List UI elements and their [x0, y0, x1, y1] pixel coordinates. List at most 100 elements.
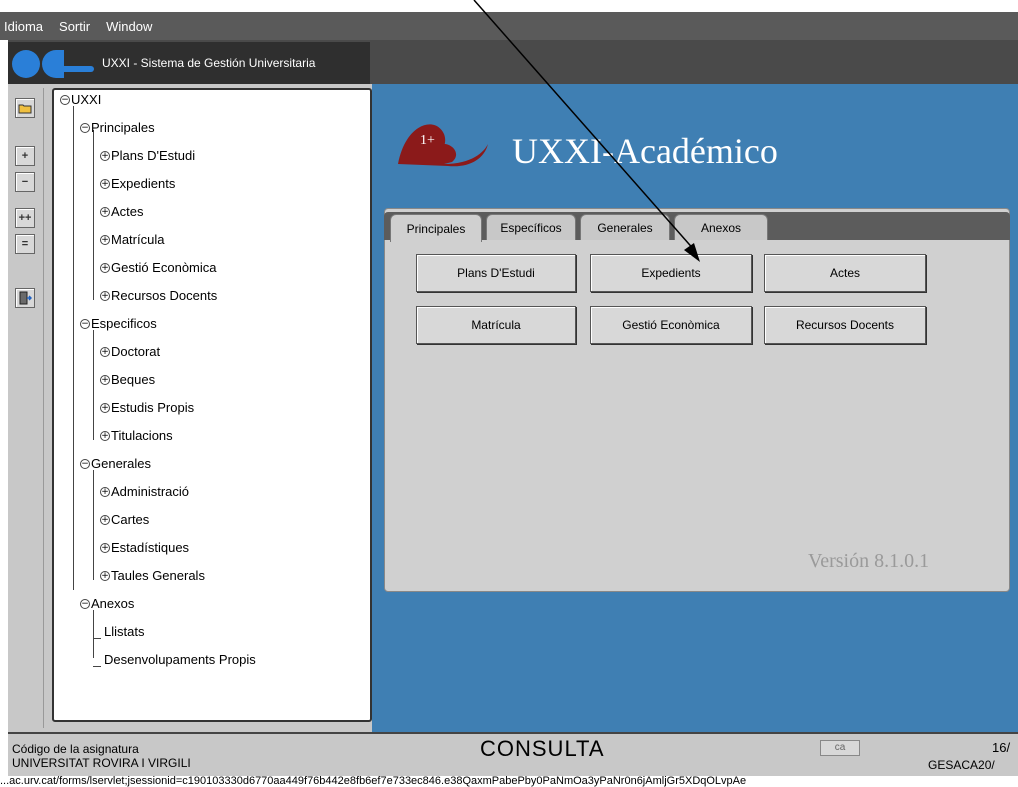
status-bar: Código de la asignatura UNIVERSITAT ROVI… — [8, 732, 1018, 776]
tree-group-especificos[interactable]: − Especificos — [80, 316, 157, 331]
exit-door-icon[interactable] — [15, 288, 35, 308]
app-window: UXXI - Sistema de Gestión Universitaria … — [8, 40, 1018, 787]
expand-node-icon[interactable]: + — [100, 374, 110, 385]
open-folder-icon[interactable] — [15, 98, 35, 118]
tree-item-label: Cartes — [111, 512, 150, 527]
collapse-icon[interactable]: − — [15, 172, 35, 192]
tree-item[interactable]: + Titulacions — [100, 428, 173, 443]
tree-item[interactable]: + Recursos Docents — [100, 288, 217, 303]
tree-item[interactable]: + Expedients — [100, 176, 175, 191]
tab-anexos[interactable]: Anexos — [674, 214, 768, 240]
url-line: ...ac.urv.cat/forms/lservlet;jsessionid=… — [0, 776, 1018, 787]
tree-item[interactable]: + Actes — [100, 204, 144, 219]
tab-principales[interactable]: Principales — [390, 214, 482, 242]
tree-item[interactable]: + Gestió Econòmica — [100, 260, 217, 275]
gestio-economica-button[interactable]: Gestió Econòmica — [590, 306, 752, 344]
tree-item-label: Recursos Docents — [111, 288, 218, 303]
tree-item-label: Matrícula — [111, 232, 165, 247]
tree-group-label: Principales — [91, 120, 155, 135]
expand-node-icon[interactable]: + — [100, 234, 110, 245]
app-logo-half-icon — [42, 50, 64, 78]
version-label: Versión 8.1.0.1 — [808, 550, 930, 572]
app-logo-icon — [12, 50, 40, 78]
tree-group-principales[interactable]: − Principales — [80, 120, 155, 135]
tree-group-label: Especificos — [91, 316, 157, 331]
expand-node-icon[interactable]: + — [100, 346, 110, 357]
tree-item-label: Doctorat — [111, 344, 161, 359]
expand-node-icon[interactable]: + — [100, 178, 110, 189]
tree-item[interactable]: + Estudis Propis — [100, 400, 194, 415]
expand-all-icon[interactable]: ++ — [15, 208, 35, 228]
tree-item[interactable]: + Estadístiques — [100, 540, 189, 555]
menu-bar: Idioma Sortir Window — [0, 12, 1018, 40]
expand-icon[interactable]: + — [15, 146, 35, 166]
window-title: UXXI - Sistema de Gestión Universitaria — [102, 56, 316, 70]
collapse-node-icon[interactable]: − — [80, 458, 90, 469]
menu-idioma[interactable]: Idioma — [4, 19, 43, 34]
collapse-node-icon[interactable]: − — [60, 94, 70, 105]
tree-group-generales[interactable]: − Generales — [80, 456, 151, 471]
tree-item-label: Actes — [111, 204, 144, 219]
tree-item-label: Taules Generals — [111, 568, 205, 583]
tab-generales[interactable]: Generales — [580, 214, 670, 240]
actes-button[interactable]: Actes — [764, 254, 926, 292]
tree-item-label: Desenvolupaments Propis — [104, 652, 256, 667]
university-logo-icon: 1+ — [398, 124, 488, 167]
main-panel: 1+ UXXI-Académico Principales Específico… — [372, 84, 1018, 732]
title-bar: UXXI - Sistema de Gestión Universitaria — [8, 42, 370, 84]
tree-item-label: Expedients — [111, 176, 176, 191]
tab-especificos[interactable]: Específicos — [486, 214, 576, 240]
expand-node-icon[interactable]: + — [100, 430, 110, 441]
collapse-all-icon[interactable]: = — [15, 234, 35, 254]
tree-item[interactable]: + Cartes — [100, 512, 149, 527]
tree-item-label: Titulacions — [111, 428, 173, 443]
app-logo-bar-icon — [64, 66, 94, 72]
collapse-node-icon[interactable]: − — [80, 122, 90, 133]
navigation-tree: − UXXI − Principales + Plans D'Estudi + Expe… — [52, 88, 372, 722]
plans-destudi-button[interactable]: Plans D'Estudi — [416, 254, 576, 292]
expand-node-icon[interactable]: + — [100, 150, 110, 161]
matricula-button[interactable]: Matrícula — [416, 306, 576, 344]
vertical-toolbar: + − ++ = — [10, 88, 44, 728]
tree-item-label: Gestió Econòmica — [111, 260, 217, 275]
menu-sortir[interactable]: Sortir — [59, 19, 90, 34]
content-area: + − ++ = − UXXI − Principales + Plans D'Est… — [8, 84, 1018, 732]
collapse-node-icon[interactable]: − — [80, 598, 90, 609]
tree-item-label: Estadístiques — [111, 540, 190, 555]
tree-item-label: Beques — [111, 372, 156, 387]
expedients-button[interactable]: Expedients — [590, 254, 752, 292]
tree-item-label: Llistats — [104, 624, 145, 639]
tree-root[interactable]: − UXXI — [60, 92, 101, 107]
tree-item[interactable]: + Doctorat — [100, 344, 160, 359]
expand-node-icon[interactable]: + — [100, 570, 110, 581]
tree-item[interactable]: + Administració — [100, 484, 189, 499]
expand-node-icon[interactable]: + — [100, 290, 110, 301]
language-indicator: ca — [820, 740, 860, 756]
mode-indicator: CONSULTA — [480, 736, 605, 761]
menu-window[interactable]: Window — [106, 19, 152, 34]
tree-item-label: Plans D'Estudi — [111, 148, 196, 163]
expand-node-icon[interactable]: + — [100, 262, 110, 273]
tree-item[interactable]: + Taules Generals — [100, 568, 205, 583]
tree-root-label: UXXI — [71, 92, 102, 107]
expand-node-icon[interactable]: + — [100, 206, 110, 217]
tree-item[interactable]: + Plans D'Estudi — [100, 148, 195, 163]
tree-item[interactable]: + Matrícula — [100, 232, 164, 247]
code-fragment: GESACA20/ — [928, 758, 995, 770]
tree-item[interactable]: Llistats — [104, 624, 144, 639]
tree-item[interactable]: Desenvolupaments Propis — [104, 652, 256, 667]
expand-node-icon[interactable]: + — [100, 514, 110, 525]
recursos-docents-button[interactable]: Recursos Docents — [764, 306, 926, 344]
collapse-node-icon[interactable]: − — [80, 318, 90, 329]
university-name: UNIVERSITAT ROVIRA I VIRGILI — [12, 756, 191, 768]
tree-item-label: Administració — [111, 484, 190, 499]
expand-node-icon[interactable]: + — [100, 486, 110, 497]
tree-item[interactable]: + Beques — [100, 372, 155, 387]
tree-group-anexos[interactable]: − Anexos — [80, 596, 134, 611]
tree-group-label: Generales — [91, 456, 151, 471]
expand-node-icon[interactable]: + — [100, 402, 110, 413]
field-label: Código de la asignatura — [12, 742, 139, 756]
expand-node-icon[interactable]: + — [100, 542, 110, 553]
tree-item-label: Estudis Propis — [111, 400, 195, 415]
date-fragment: 16/ — [992, 740, 1011, 755]
